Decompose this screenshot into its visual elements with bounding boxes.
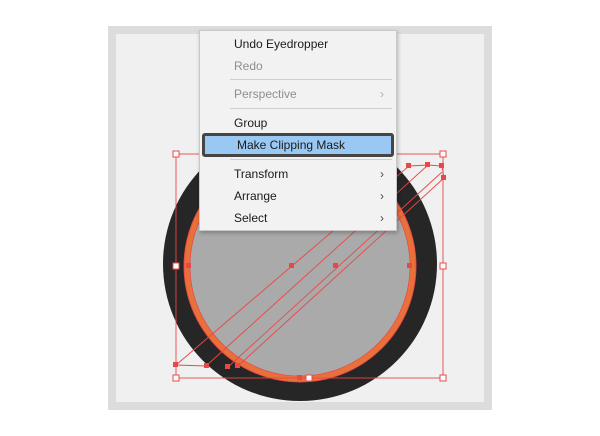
handle-bottom-right bbox=[439, 374, 447, 382]
menu-separator bbox=[230, 79, 392, 80]
menu-item-undo-eyedropper[interactable]: Undo Eyedropper bbox=[200, 34, 396, 54]
menu-item-label: Perspective bbox=[234, 87, 297, 101]
anchor-point bbox=[186, 263, 191, 268]
chevron-right-icon: › bbox=[380, 167, 384, 181]
menu-item-label: Select bbox=[234, 211, 268, 225]
anchor-point bbox=[173, 362, 178, 367]
anchor-point bbox=[235, 363, 240, 368]
menu-item-arrange[interactable]: Arrange › bbox=[200, 186, 396, 206]
anchor-point bbox=[425, 162, 430, 167]
menu-item-label: Arrange bbox=[234, 189, 277, 203]
menu-item-label: Group bbox=[234, 116, 268, 130]
menu-item-label: Undo Eyedropper bbox=[234, 37, 329, 51]
menu-item-label: Redo bbox=[234, 59, 263, 73]
handle-bottom-center bbox=[305, 374, 313, 382]
handle-top-right bbox=[439, 150, 447, 158]
anchor-point bbox=[406, 163, 411, 168]
anchor-point bbox=[297, 375, 302, 380]
menu-separator bbox=[230, 159, 392, 160]
chevron-right-icon: › bbox=[380, 189, 384, 203]
menu-item-perspective[interactable]: Perspective › bbox=[200, 84, 396, 104]
menu-item-label: Make Clipping Mask bbox=[237, 138, 346, 152]
anchor-point bbox=[441, 175, 446, 180]
anchor-point bbox=[225, 364, 230, 369]
chevron-right-icon: › bbox=[380, 211, 384, 225]
menu-item-group[interactable]: Group bbox=[200, 113, 396, 133]
illustrator-workspace: Undo Eyedropper Redo Perspective › Group… bbox=[0, 0, 600, 436]
handle-bottom-left bbox=[172, 374, 180, 382]
chevron-right-icon: › bbox=[380, 87, 384, 101]
context-menu: Undo Eyedropper Redo Perspective › Group… bbox=[199, 30, 397, 231]
handle-top-left bbox=[172, 150, 180, 158]
menu-item-make-clipping-mask[interactable]: Make Clipping Mask bbox=[202, 133, 394, 157]
menu-item-select[interactable]: Select › bbox=[200, 208, 396, 228]
handle-middle-left bbox=[172, 262, 180, 270]
menu-item-transform[interactable]: Transform › bbox=[200, 164, 396, 184]
menu-item-label: Transform bbox=[234, 167, 289, 181]
anchor-point bbox=[439, 163, 444, 168]
menu-item-redo[interactable]: Redo bbox=[200, 56, 396, 76]
menu-separator bbox=[230, 108, 392, 109]
anchor-point bbox=[407, 263, 412, 268]
handle-middle-right bbox=[439, 262, 447, 270]
anchor-point bbox=[289, 263, 294, 268]
anchor-point bbox=[204, 363, 209, 368]
anchor-point bbox=[333, 263, 338, 268]
